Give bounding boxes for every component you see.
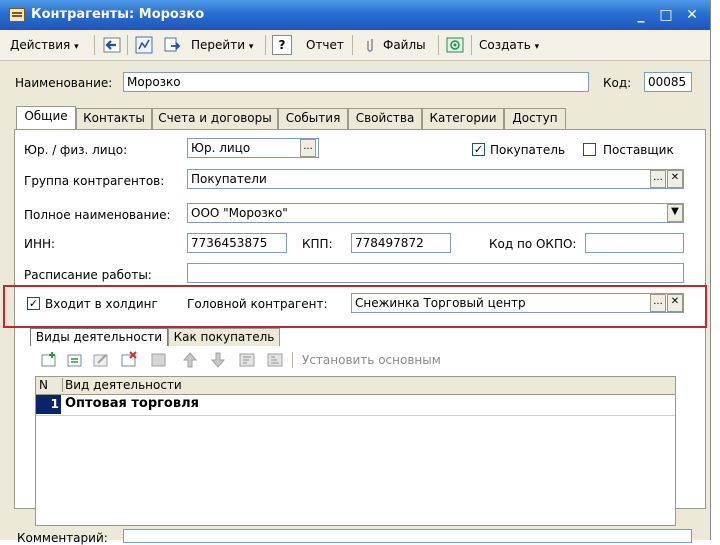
toolbar-divider (127, 35, 128, 55)
inn-label: ИНН: (24, 237, 56, 251)
clear-icon[interactable]: ✕ (667, 294, 683, 312)
toolbar-divider (265, 35, 266, 55)
toolbar-divider (352, 35, 353, 55)
edit-row-icon[interactable] (92, 351, 110, 369)
holding-label: Входит в холдинг (45, 297, 158, 311)
tab-access[interactable]: Доступ (504, 108, 566, 129)
help-button[interactable]: ? (272, 35, 292, 55)
toolbar-divider (292, 352, 293, 368)
tab-activities[interactable]: Виды деятельности (30, 328, 168, 346)
activities-table: N Вид деятельности 1 Оптовая торговля (35, 376, 676, 526)
toolbar-divider (438, 35, 439, 55)
delete-row-icon[interactable] (120, 351, 138, 369)
structure-icon[interactable] (135, 36, 153, 54)
clear-icon[interactable]: ✕ (667, 170, 683, 188)
column-header-activity[interactable]: Вид деятельности (62, 378, 182, 392)
okpo-label: Код по ОКПО: (489, 237, 577, 251)
tab-categories[interactable]: Категории (422, 108, 504, 129)
back-arrow-icon[interactable] (103, 36, 121, 54)
end-edit-icon[interactable] (150, 351, 168, 369)
toolbar-divider (94, 35, 95, 55)
chevron-down-icon[interactable]: ▼ (667, 204, 683, 222)
select-button[interactable]: ... (650, 170, 666, 188)
activity-name[interactable]: Оптовая торговля (65, 396, 199, 411)
table-row[interactable]: 1 Оптовая торговля (36, 395, 675, 416)
code-field[interactable]: 00085 (644, 72, 692, 92)
toolbar-divider (471, 35, 472, 55)
tab-properties[interactable]: Свойства (348, 108, 422, 129)
okpo-field[interactable] (585, 233, 684, 253)
kpp-label: КПП: (302, 237, 333, 251)
entity-type-label: Юр. / физ. лицо: (24, 143, 128, 157)
arrow-up-icon[interactable] (181, 351, 199, 369)
copy-row-icon[interactable] (66, 351, 84, 369)
group-label: Группа контрагентов: (24, 174, 165, 188)
close-button[interactable]: ✕ (682, 5, 702, 25)
code-label: Код: (603, 76, 632, 90)
paperclip-icon (367, 39, 373, 52)
counterparty-window: Контрагенты: Морозко _ □ ✕ Действия ▾ Пе… (0, 0, 711, 545)
supplier-checkbox[interactable] (583, 143, 596, 156)
column-header-n[interactable]: N (39, 378, 48, 392)
catalog-icon (9, 8, 25, 22)
buyer-label: Покупатель (490, 143, 566, 157)
tab-as-buyer[interactable]: Как покупатель (168, 328, 280, 346)
comment-label: Комментарий: (17, 531, 108, 545)
select-button[interactable]: ... (650, 294, 666, 312)
tab-events[interactable]: События (278, 108, 348, 129)
actions-menu[interactable]: Действия ▾ (10, 35, 79, 55)
add-row-icon[interactable] (40, 351, 58, 369)
parent-field[interactable]: Снежинка Торговый центр (351, 293, 684, 313)
create-menu[interactable]: Создать ▾ (479, 35, 539, 55)
comment-field[interactable] (123, 529, 692, 543)
tab-accounts[interactable]: Счета и договоры (152, 108, 278, 129)
goto-menu[interactable]: Перейти ▾ (191, 35, 253, 55)
files-button[interactable]: Файлы (383, 35, 426, 55)
group-field[interactable]: Покупатели (187, 169, 684, 189)
minimize-button[interactable]: _ (631, 5, 651, 25)
actions-label: Действия (10, 38, 71, 52)
chevron-down-icon: ▾ (534, 42, 540, 52)
toolbar: Действия ▾ Перейти ▾ ? Отчет Файлы Созда… (0, 30, 710, 61)
goto-label: Перейти (191, 38, 245, 52)
select-button[interactable]: ... (300, 139, 316, 157)
set-main-button[interactable]: Установить основным (302, 353, 441, 367)
tab-general[interactable]: Общие (16, 106, 76, 130)
tab-contacts[interactable]: Контакты (76, 108, 152, 129)
report-button[interactable]: Отчет (306, 35, 344, 55)
name-label: Наименование: (15, 76, 113, 90)
schedule-label: Расписание работы: (24, 268, 152, 282)
sort-descending-icon[interactable] (266, 351, 284, 369)
holding-checkbox[interactable]: ✓ (27, 297, 40, 310)
maximize-button[interactable]: □ (656, 5, 676, 25)
schedule-field[interactable] (187, 263, 684, 283)
full-name-label: Полное наименование: (24, 208, 171, 222)
kpp-field[interactable]: 778497872 (351, 233, 451, 253)
supplier-label: Поставщик (603, 143, 674, 157)
name-field[interactable]: Морозко (123, 72, 589, 92)
parent-label: Головной контрагент: (187, 297, 328, 311)
sort-ascending-icon[interactable] (238, 351, 256, 369)
table-header: N Вид деятельности (36, 377, 675, 395)
email-icon[interactable] (446, 36, 464, 54)
create-label: Создать (479, 38, 531, 52)
chevron-down-icon: ▾ (74, 42, 79, 52)
arrow-down-icon[interactable] (209, 351, 227, 369)
row-number: 1 (36, 395, 61, 414)
title-bar[interactable]: Контрагенты: Морозко _ □ ✕ (0, 0, 710, 30)
inn-field[interactable]: 7736453875 (187, 233, 287, 253)
chevron-down-icon: ▾ (248, 42, 254, 52)
window-title: Контрагенты: Морозко (31, 7, 205, 22)
goto-icon[interactable] (163, 36, 181, 54)
full-name-field[interactable]: ООО "Морозко" (187, 203, 684, 223)
buyer-checkbox[interactable]: ✓ (472, 143, 485, 156)
